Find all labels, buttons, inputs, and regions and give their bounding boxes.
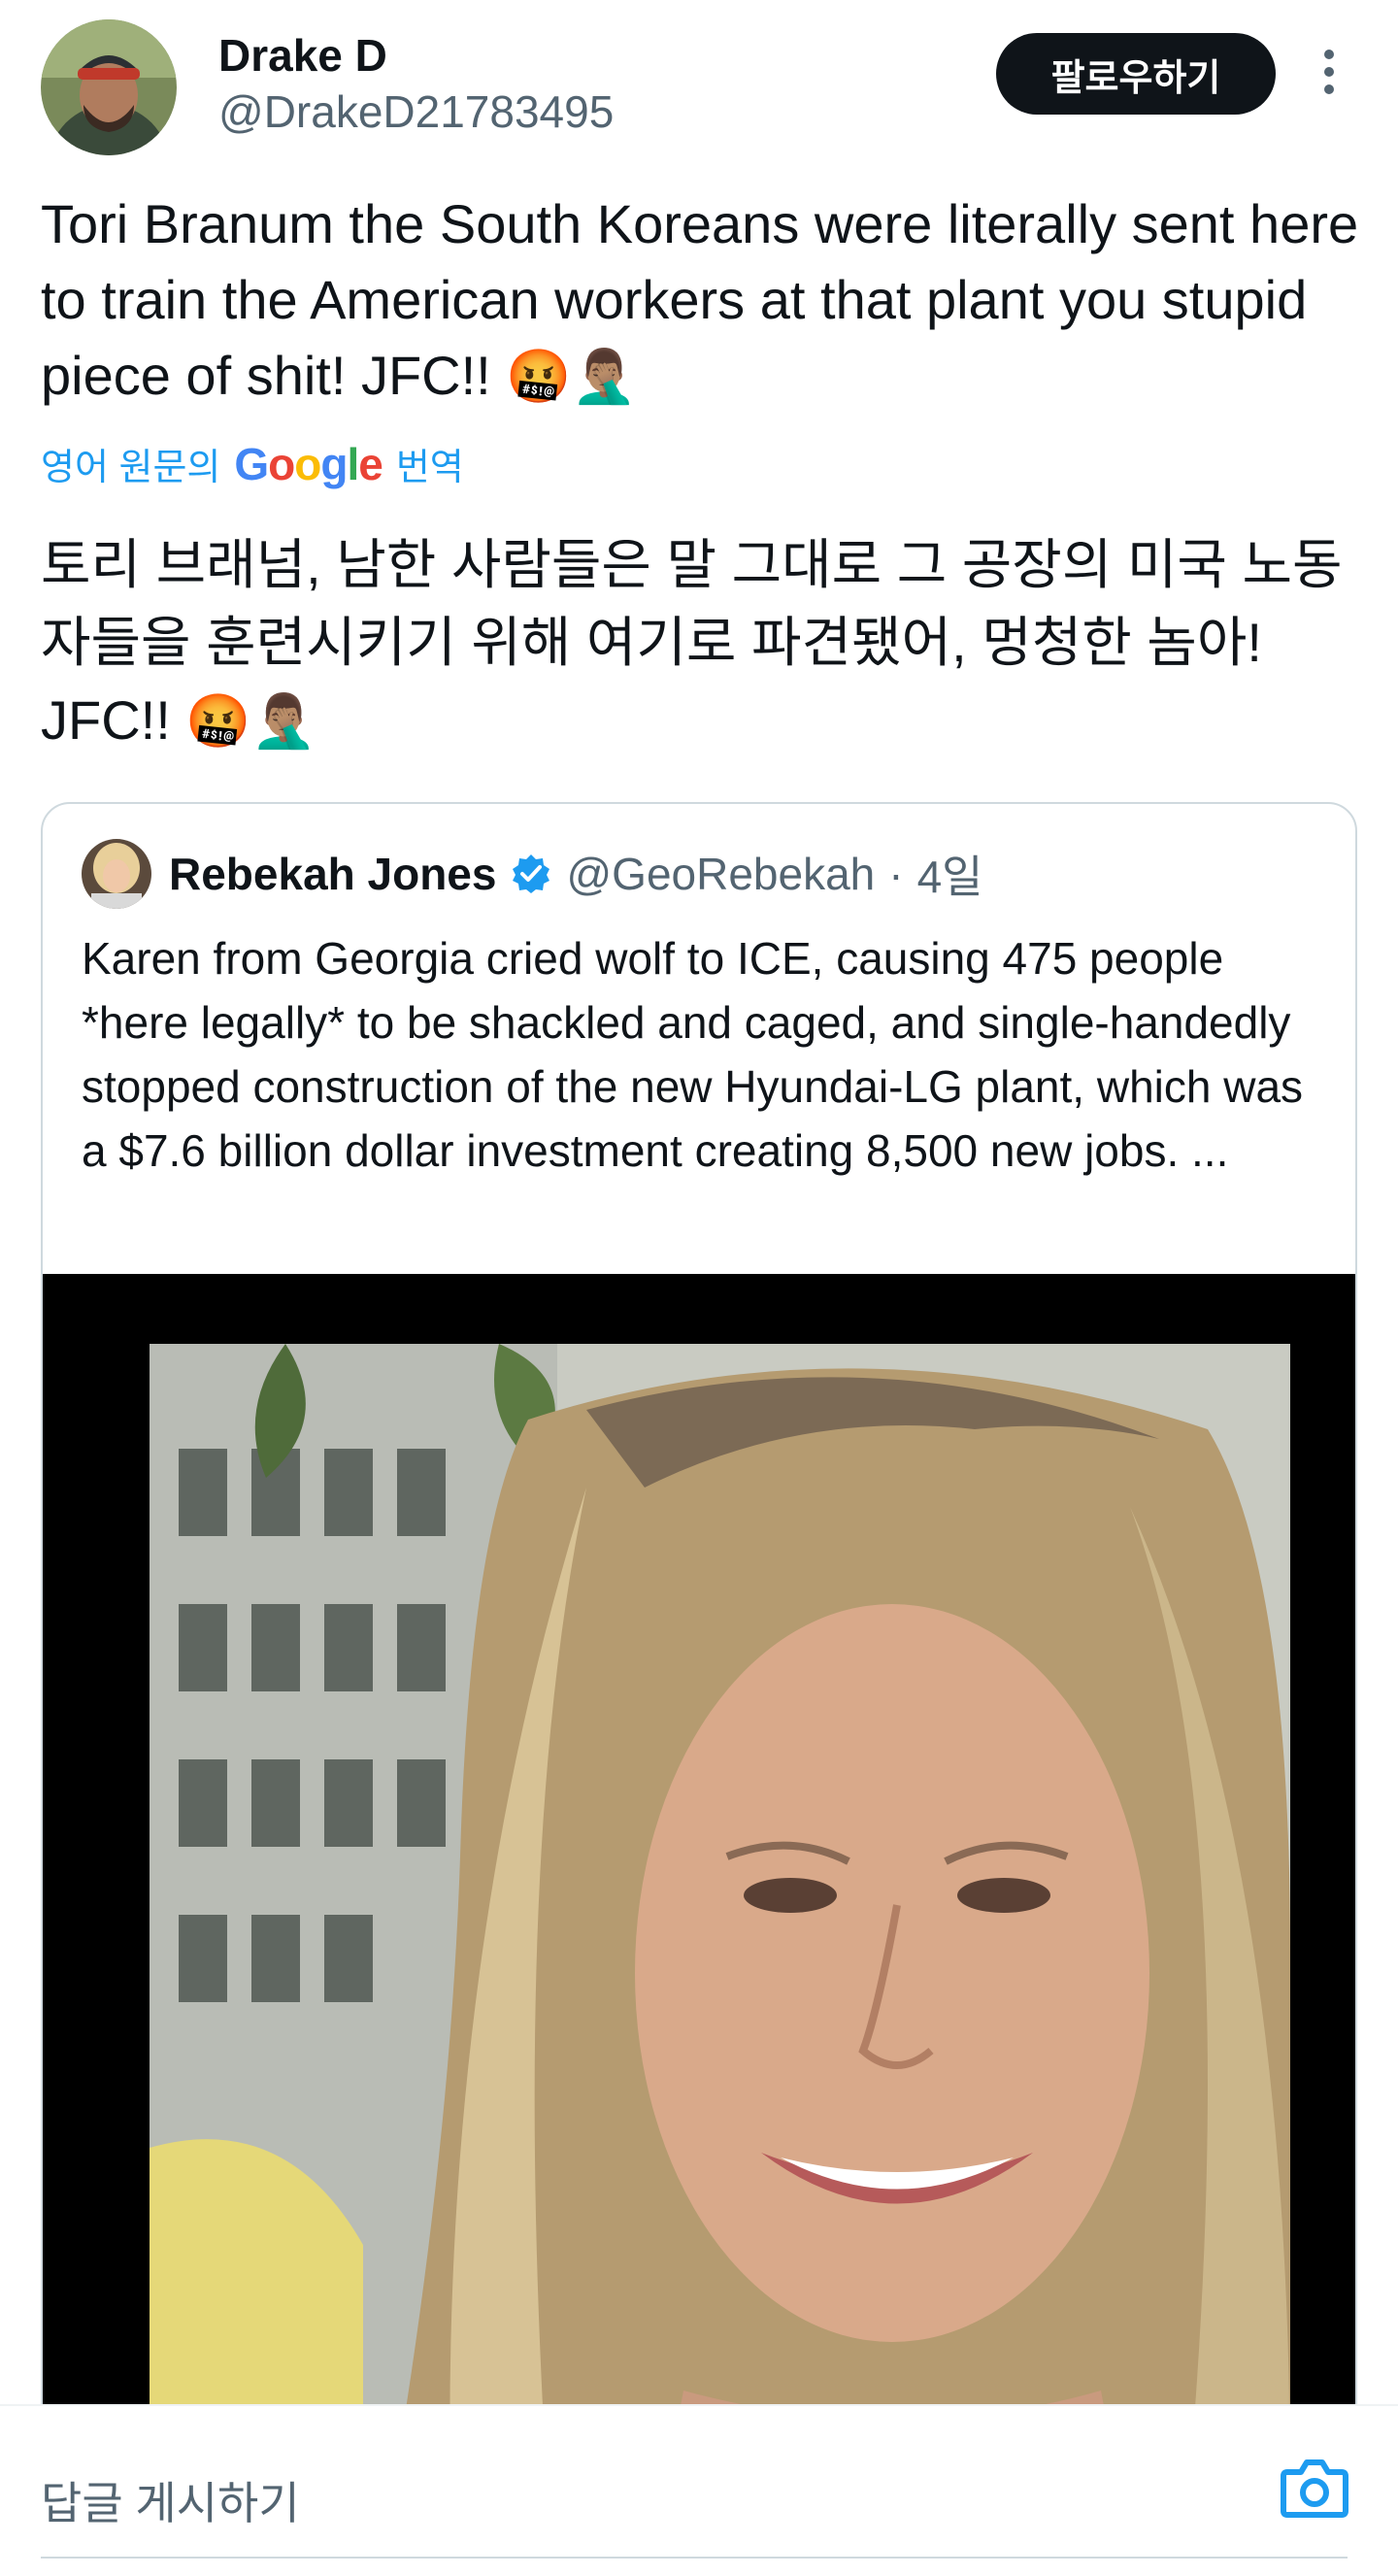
reply-input[interactable]: 답글 게시하기 (41, 2468, 300, 2532)
quoted-tweet-header: Rebekah Jones @GeoRebekah · 4일 (82, 839, 983, 909)
quoted-tweet-card[interactable]: Rebekah Jones @GeoRebekah · 4일 Karen fro… (41, 802, 1357, 2492)
translated-emojis: 🤬🤦🏽‍♂️ (185, 692, 316, 751)
camera-icon[interactable] (1280, 2457, 1349, 2519)
follow-button[interactable]: 팔로우하기 (996, 33, 1276, 115)
tweet-emojis: 🤬🤦🏽‍♂️ (506, 348, 637, 406)
author-avatar[interactable] (41, 19, 177, 155)
author-handle[interactable]: @DrakeD21783495 (218, 85, 614, 138)
translate-prefix: 영어 원문의 (41, 448, 221, 488)
reply-divider (41, 2557, 1348, 2559)
quoted-timestamp: 4일 (916, 852, 983, 902)
quoted-tweet-photo[interactable] (43, 1274, 1355, 2490)
author-display-name[interactable]: Drake D (218, 29, 387, 82)
reply-bar: 답글 게시하기 (0, 2404, 1398, 2576)
verified-badge-icon (510, 853, 552, 895)
tweet-text: Tori Branum the South Koreans were liter… (41, 193, 1359, 406)
quoted-author-avatar (82, 839, 151, 909)
more-options-icon[interactable] (1315, 43, 1344, 101)
quoted-tweet-text: Karen from Georgia cried wolf to ICE, ca… (82, 933, 1304, 1176)
translate-suffix: 번역 (395, 448, 464, 488)
tweet-header: Drake D @DrakeD21783495 팔로우하기 (0, 0, 1398, 175)
quoted-author-name: Rebekah Jones (169, 849, 497, 899)
translation-attribution[interactable]: 영어 원문의 Google 번역 (41, 437, 464, 490)
tweet-body: Tori Branum the South Koreans were liter… (41, 186, 1371, 415)
translated-body: 토리 브래넘, 남한 사람들은 말 그대로 그 공장의 미국 노동자들을 훈련시… (41, 526, 1371, 760)
google-logo: Google (234, 438, 383, 489)
quoted-author-handle: @GeoRebekah (566, 849, 876, 899)
quoted-separator: · (888, 849, 904, 899)
